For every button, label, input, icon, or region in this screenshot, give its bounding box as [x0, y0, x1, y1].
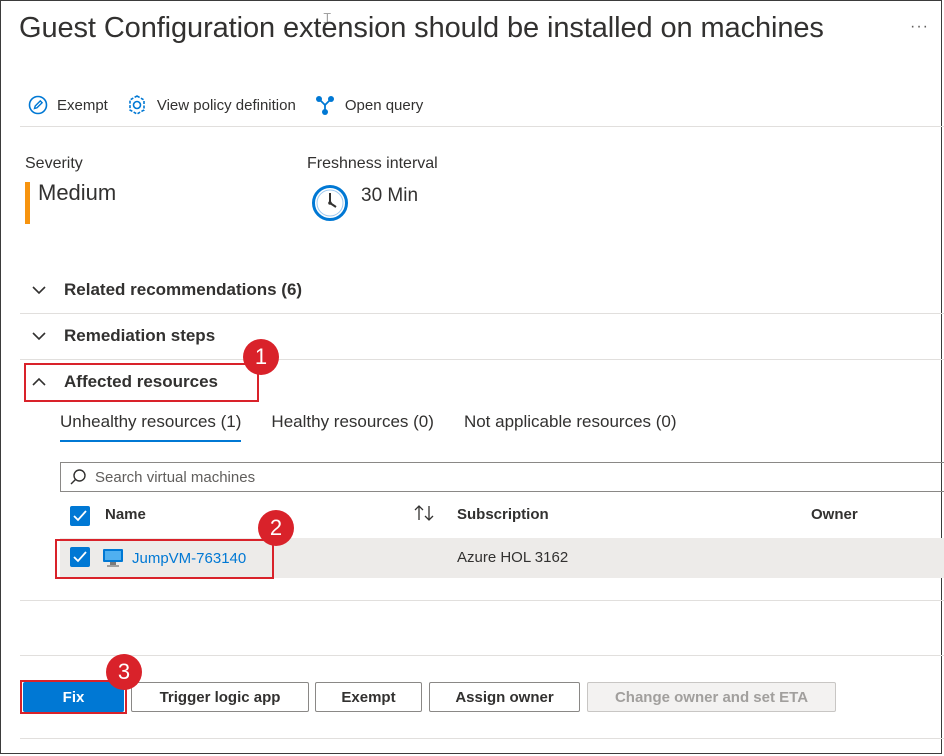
query-graph-icon — [315, 96, 334, 115]
callout-badge-2: 2 — [258, 510, 294, 546]
exempt-toolbar-label: Exempt — [57, 96, 108, 114]
callout-badge-1: 1 — [243, 339, 279, 375]
text-cursor-icon: ⌶ — [323, 10, 332, 26]
view-policy-definition-button[interactable]: View policy definition — [126, 94, 296, 116]
open-query-button[interactable]: Open query — [314, 94, 423, 116]
severity-value: Medium — [38, 180, 117, 205]
related-recommendations-section[interactable]: Related recommendations (6) — [20, 267, 944, 314]
exempt-toolbar-button[interactable]: Exempt — [28, 95, 108, 115]
assign-owner-button[interactable]: Assign owner — [429, 682, 580, 712]
select-all-checkbox[interactable] — [70, 506, 90, 526]
clock-icon — [312, 185, 348, 221]
footer-divider — [20, 655, 944, 656]
page-title: Guest Configuration extension should be … — [19, 12, 824, 44]
more-options-button[interactable]: ··· — [910, 18, 929, 36]
subscription-cell: Azure HOL 3162 — [457, 549, 569, 566]
column-header-name[interactable]: Name — [105, 506, 146, 523]
callout-affected-resources-highlight — [24, 363, 259, 402]
column-header-subscription[interactable]: Subscription — [457, 506, 549, 523]
freshness-value: 30 Min — [361, 185, 419, 206]
search-icon — [70, 469, 86, 485]
related-recommendations-label: Related recommendations (6) — [64, 280, 303, 299]
table-divider — [20, 600, 944, 601]
chevron-down-icon — [32, 285, 56, 295]
search-box — [60, 462, 944, 492]
trigger-logic-app-button[interactable]: Trigger logic app — [131, 682, 309, 712]
footer-bottom-divider — [20, 738, 944, 739]
remediation-steps-label: Remediation steps — [64, 326, 216, 345]
severity-indicator — [25, 182, 30, 224]
tab-unhealthy-resources[interactable]: Unhealthy resources (1) — [60, 412, 242, 442]
policy-gear-icon — [129, 95, 145, 115]
tab-healthy-resources[interactable]: Healthy resources (0) — [271, 412, 434, 442]
callout-badge-3: 3 — [106, 654, 142, 690]
toolbar-divider — [20, 126, 944, 127]
search-input[interactable] — [93, 467, 797, 487]
remediation-steps-section[interactable]: Remediation steps — [20, 313, 944, 360]
tab-not-applicable-resources[interactable]: Not applicable resources (0) — [464, 412, 677, 442]
table-header: Name Subscription Owner — [60, 498, 944, 534]
sort-icon[interactable] — [413, 504, 435, 527]
resource-tabs: Unhealthy resources (1) Healthy resource… — [60, 412, 707, 442]
open-query-label: Open query — [344, 96, 424, 114]
edit-circle-icon — [28, 95, 48, 115]
column-header-owner[interactable]: Owner — [811, 506, 858, 523]
checkmark-icon — [73, 510, 87, 522]
command-bar: Exempt View policy definition Open query — [28, 92, 441, 118]
change-owner-eta-button: Change owner and set ETA — [587, 682, 836, 712]
view-policy-definition-label: View policy definition — [156, 96, 296, 114]
freshness-label: Freshness interval — [307, 155, 438, 172]
exempt-button[interactable]: Exempt — [315, 682, 422, 712]
callout-vm-row-highlight — [55, 539, 274, 579]
chevron-down-icon — [32, 331, 56, 341]
severity-label: Severity — [25, 155, 83, 172]
